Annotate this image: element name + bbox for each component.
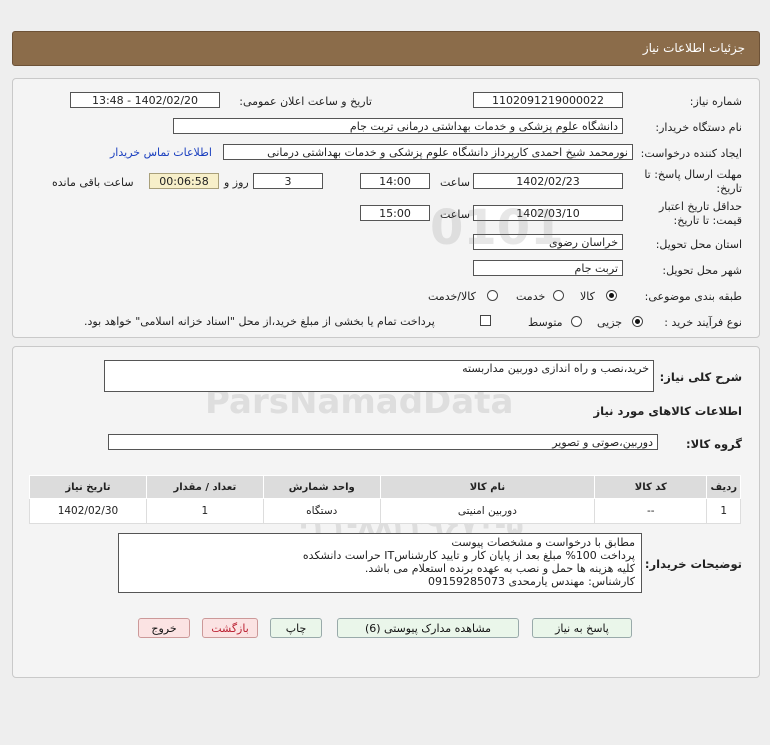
requester-label: ایجاد کننده درخواست: — [640, 147, 742, 160]
treasury-payment-checkbox[interactable] — [480, 315, 491, 326]
buyer-notes-label: توضیحات خریدار: — [644, 557, 742, 571]
buyer-notes-box: مطابق با درخواست و مشخصات پیوست پرداخت 1… — [118, 533, 642, 593]
print-button[interactable]: چاپ — [270, 618, 322, 638]
summary-field: خرید،نصب و راه اندازی دوربین مداربسته — [104, 360, 654, 392]
category-radio-goods-service[interactable] — [487, 290, 498, 301]
validity-date-field: 1402/03/10 — [473, 205, 623, 221]
process-medium-label: متوسط — [528, 316, 563, 329]
reply-button[interactable]: پاسخ به نیاز — [532, 618, 632, 638]
page-title: جزئیات اطلاعات نیاز — [642, 41, 745, 55]
process-label: نوع فرآیند خرید : — [664, 316, 742, 329]
back-button[interactable]: بازگشت — [202, 618, 258, 638]
col-code-header: کد کالا — [594, 475, 708, 499]
treasury-payment-note: پرداخت تمام یا بخشی از مبلغ خرید،از محل … — [84, 315, 435, 328]
category-service-label: خدمت — [516, 290, 546, 303]
category-radio-goods[interactable] — [606, 290, 617, 301]
days-label: روز و — [224, 176, 249, 189]
remaining-time-field: 00:06:58 — [149, 173, 219, 189]
category-goods-service-label: کالا/خدمت — [428, 290, 476, 303]
reply-deadline-label: مهلت ارسال پاسخ: تا تاریخ: — [644, 168, 742, 195]
cell-qty: 1 — [145, 498, 264, 524]
process-radio-medium[interactable] — [571, 316, 582, 327]
table-row: 1 -- دوربین امنیتی دستگاه 1 1402/02/30 — [29, 498, 741, 524]
city-label: شهر محل تحویل: — [662, 264, 742, 277]
buyer-org-label: نام دستگاه خریدار: — [655, 121, 742, 134]
province-label: استان محل تحویل: — [655, 238, 742, 251]
process-radio-partial[interactable] — [632, 316, 643, 327]
goods-group-field: دوربین،صوتی و تصویر — [108, 434, 658, 450]
validity-time-field: 15:00 — [360, 205, 430, 221]
days-field: 3 — [253, 173, 323, 189]
summary-label: شرح کلی نیاز: — [659, 370, 742, 384]
page-header: جزئیات اطلاعات نیاز — [12, 31, 760, 66]
col-row-header: ردیف — [706, 475, 741, 499]
remaining-label: ساعت باقی مانده — [52, 176, 134, 189]
requester-field: نورمحمد شیخ احمدی کارپرداز دانشگاه علوم … — [223, 144, 633, 160]
cell-date: 1402/02/30 — [29, 498, 147, 524]
need-number-label: شماره نیاز: — [689, 95, 742, 108]
reply-time-field: 14:00 — [360, 173, 430, 189]
goods-table: ردیف کد کالا نام کالا واحد شمارش تعداد /… — [29, 475, 741, 524]
col-name-header: نام کالا — [379, 475, 596, 499]
cell-name: دوربین امنیتی — [379, 498, 596, 524]
category-goods-label: کالا — [580, 290, 595, 303]
need-number-field: 1102091219000022 — [473, 92, 623, 108]
goods-group-label: گروه کالا: — [686, 437, 742, 451]
col-qty-header: تعداد / مقدار — [145, 475, 264, 499]
process-partial-label: جزیی — [597, 316, 623, 329]
validity-time-label: ساعت — [440, 208, 470, 221]
validity-label: حداقل تاریخ اعتبار قیمت: تا تاریخ: — [658, 200, 742, 227]
category-label: طبقه بندی موضوعی: — [644, 290, 742, 303]
category-radio-service[interactable] — [553, 290, 564, 301]
cell-code: -- — [594, 498, 708, 524]
col-unit-header: واحد شمارش — [262, 475, 381, 499]
buyer-note-line: پرداخت 100% مبلغ بعد از پایان کار و تایی… — [302, 549, 635, 562]
province-field: خراسان رضوی — [473, 234, 623, 250]
buyer-note-line: کارشناس: مهندس یارمحدی 09159285073 — [428, 575, 635, 588]
table-header-row: ردیف کد کالا نام کالا واحد شمارش تعداد /… — [29, 475, 741, 499]
attachments-button[interactable]: مشاهده مدارک پیوستی (6) — [337, 618, 519, 638]
buyer-note-line: مطابق با درخواست و مشخصات پیوست — [451, 536, 635, 549]
cell-row: 1 — [706, 498, 741, 524]
reply-date-field: 1402/02/23 — [473, 173, 623, 189]
exit-button[interactable]: خروج — [138, 618, 190, 638]
buyer-note-line: کلیه هزینه ها حمل و نصب به عهده برنده اس… — [364, 562, 635, 575]
reply-time-label: ساعت — [440, 176, 470, 189]
col-date-header: تاریخ نیاز — [29, 475, 147, 499]
buyer-org-field: دانشگاه علوم پزشکی و خدمات بهداشتی درمان… — [173, 118, 623, 134]
city-field: تربت جام — [473, 260, 623, 276]
contact-buyer-link[interactable]: اطلاعات تماس خریدار — [110, 146, 212, 159]
announce-field: 1402/02/20 - 13:48 — [70, 92, 220, 108]
cell-unit: دستگاه — [262, 498, 381, 524]
announce-label: تاریخ و ساعت اعلان عمومی: — [239, 95, 372, 108]
goods-info-title: اطلاعات کالاهای مورد نیاز — [593, 404, 742, 418]
